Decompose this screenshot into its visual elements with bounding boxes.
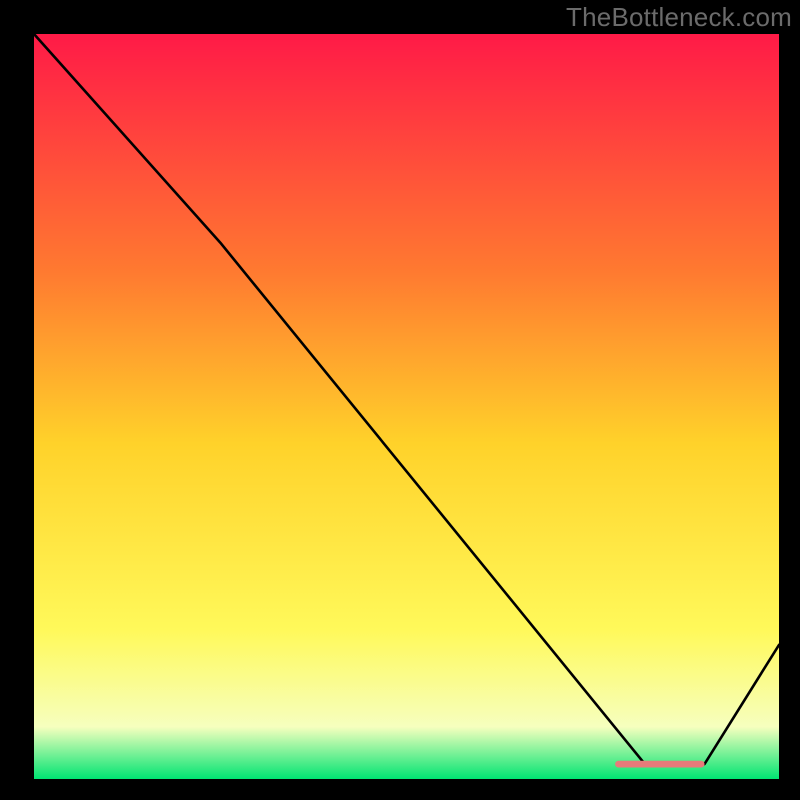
chart-plot [34, 34, 779, 779]
gradient-background [34, 34, 779, 779]
highlight-marker [615, 761, 704, 768]
watermark-text: TheBottleneck.com [566, 2, 792, 33]
chart-frame: TheBottleneck.com [0, 0, 800, 800]
